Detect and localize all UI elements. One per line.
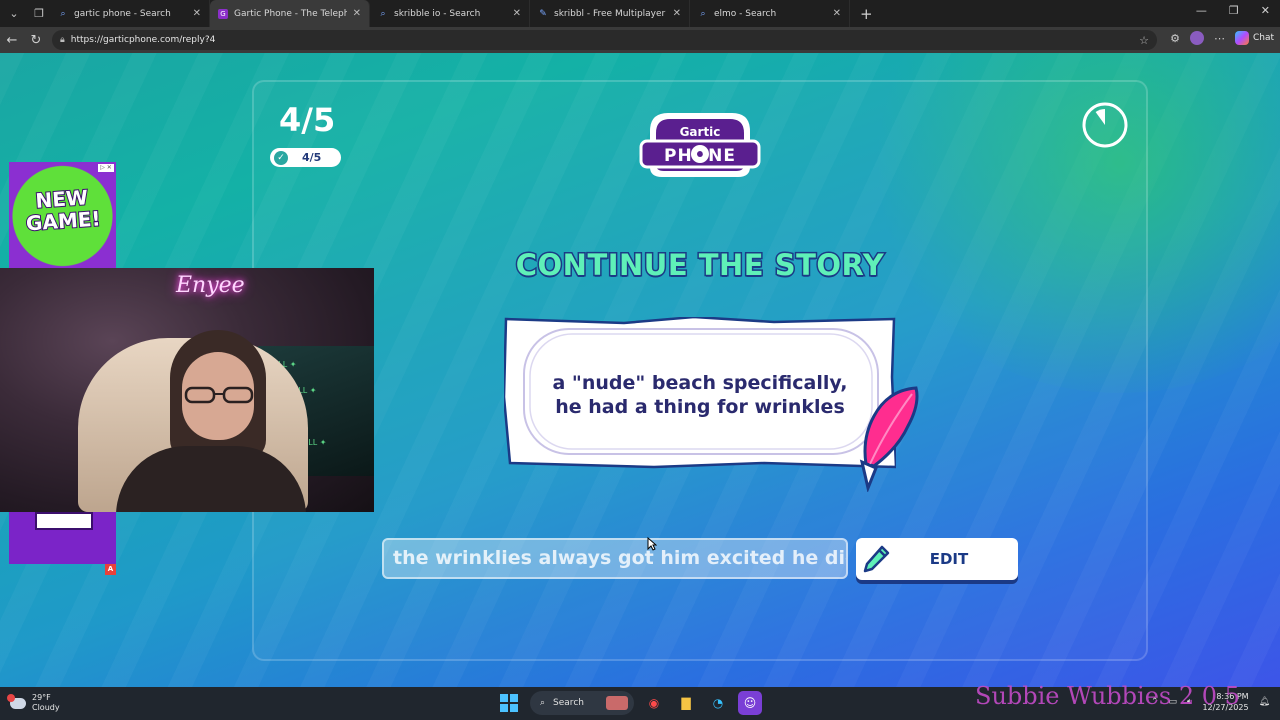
ad-info-icon[interactable]: ▷ ✕ — [98, 164, 114, 172]
mouse-cursor-icon — [647, 537, 657, 551]
tab-title: skribble io - Search — [394, 8, 481, 19]
taskbar-search-label: Search — [553, 698, 584, 708]
close-window-icon[interactable]: ✕ — [1261, 4, 1270, 17]
browser-toolbar: ⚙ ⋯ Chat — [1170, 31, 1274, 45]
tab-list-icon[interactable]: ⌄ — [3, 3, 25, 25]
quill-pen-icon — [859, 386, 919, 492]
close-tab-icon[interactable]: ✕ — [513, 8, 521, 19]
new-tab-button[interactable]: + — [860, 5, 873, 23]
skribbl-icon: ✎ — [539, 8, 547, 19]
ad-badge[interactable]: A — [105, 564, 116, 575]
workspaces-icon[interactable]: ❐ — [28, 3, 50, 25]
tab-gartic-search[interactable]: ⌕ gartic phone - Search ✕ — [50, 0, 210, 27]
discord-icon[interactable]: ☺ — [738, 691, 762, 715]
taskbar-apps: ⌕ Search ◉ ▇ ◔ ☺ — [496, 691, 762, 715]
weather-widget[interactable]: 29°F Cloudy — [7, 693, 60, 713]
check-icon: ✓ — [274, 150, 288, 165]
game-background: 4/5 ✓ 4/5 Gartic PHONE CONTINUE THE STOR… — [0, 53, 1280, 687]
webcam-overlay: Enyee RaLL ✦ RaLL ✦ RaLL ✦ RaLL ✦ — [0, 268, 374, 512]
browser-tab-bar: ⌄ ❐ ⌕ gartic phone - Search ✕ G Gartic P… — [0, 0, 1280, 27]
more-menu-icon[interactable]: ⋯ — [1214, 32, 1225, 45]
ad-sign-graphic — [35, 512, 93, 530]
minimize-icon[interactable]: — — [1196, 4, 1207, 17]
story-line-2: he had a thing for wrinkles — [555, 396, 845, 418]
tab-title: gartic phone - Search — [74, 8, 171, 19]
close-tab-icon[interactable]: ✕ — [193, 8, 201, 19]
edit-label: EDIT — [929, 550, 969, 568]
reload-icon[interactable]: ↻ — [24, 33, 48, 48]
gartic-icon: G — [218, 8, 228, 19]
tab-title: Gartic Phone - The Telephone Game — [234, 8, 347, 19]
site-info-icon[interactable]: 🔒︎ — [60, 35, 65, 45]
profile-avatar[interactable] — [1189, 31, 1204, 45]
logo-word-top: Gartic — [680, 125, 721, 139]
pencil-icon — [863, 545, 890, 573]
search-icon: ⌕ — [380, 8, 386, 19]
search-icon: ⌕ — [700, 8, 706, 19]
glasses-icon — [184, 386, 254, 404]
story-answer-input[interactable]: the wrinklies always got him excited he … — [382, 538, 848, 579]
url-text: https://garticphone.com/reply?4 — [70, 35, 216, 45]
tab-elmo-search[interactable]: ⌕ elmo - Search ✕ — [690, 0, 850, 27]
close-tab-icon[interactable]: ✕ — [353, 8, 361, 19]
tab-gartic-phone[interactable]: G Gartic Phone - The Telephone Game ✕ — [210, 0, 370, 27]
round-counter: 4/5 — [279, 101, 336, 139]
page-heading: CONTINUE THE STORY — [514, 247, 885, 284]
extensions-icon[interactable]: ⚙ — [1170, 32, 1180, 45]
tab-title: skribbl - Free Multiplayer Drawing — [554, 8, 667, 19]
maximize-icon[interactable]: ❐ — [1229, 4, 1239, 17]
temperature: 29°F — [32, 693, 51, 702]
gartic-phone-logo: Gartic PHONE — [639, 113, 761, 177]
ad-headline: NEW GAME! — [9, 184, 116, 236]
taskbar-search[interactable]: ⌕ Search — [530, 691, 634, 715]
search-icon: ⌕ — [540, 698, 546, 708]
address-bar-row: ← ↻ 🔒︎ https://garticphone.com/reply?4 ☆… — [0, 27, 1280, 53]
copilot-chat-button[interactable]: Chat — [1234, 31, 1274, 45]
windows-start-icon[interactable] — [500, 694, 518, 712]
tab-skribbl[interactable]: ✎ skribbl - Free Multiplayer Drawing ✕ — [530, 0, 690, 27]
url-field[interactable]: 🔒︎ https://garticphone.com/reply?4 ☆ — [52, 30, 1157, 50]
ad-banner[interactable]: NEW GAME! ▷ ✕ — [9, 162, 116, 270]
notifications-icon[interactable]: 🔔︎ — [1259, 697, 1270, 707]
search-highlight-icon — [606, 696, 628, 710]
tab-title: elmo - Search — [714, 8, 777, 19]
back-icon[interactable]: ← — [0, 33, 24, 48]
weather-text: 29°F Cloudy — [32, 693, 60, 713]
search-icon: ⌕ — [60, 8, 66, 19]
cloudy-icon — [7, 693, 26, 709]
weather-condition: Cloudy — [32, 703, 60, 712]
close-tab-icon[interactable]: ✕ — [673, 8, 681, 19]
logo-word-bottom: PHONE — [664, 146, 736, 166]
story-line-1: a "nude" beach specifically, — [552, 372, 848, 394]
copilot-icon — [1234, 31, 1249, 45]
story-prompt: a "nude" beach specifically, he had a th… — [530, 371, 870, 419]
close-tab-icon[interactable]: ✕ — [833, 8, 841, 19]
stream-watermark: Subbie Wubbies 2 0 5 — [975, 682, 1240, 710]
chat-label: Chat — [1252, 33, 1274, 43]
window-controls: — ❐ ✕ — [1196, 4, 1270, 17]
round-timer-icon — [1082, 102, 1128, 148]
edge-browser-icon[interactable]: ◔ — [706, 691, 730, 715]
app-icon-red[interactable]: ◉ — [642, 691, 666, 715]
favorite-star-icon[interactable]: ☆ — [1139, 34, 1149, 47]
players-done-badge: ✓ 4/5 — [270, 148, 341, 167]
neon-sign: Enyee — [176, 273, 245, 298]
tab-skribble-search[interactable]: ⌕ skribble io - Search ✕ — [370, 0, 530, 27]
edit-button[interactable]: EDIT — [856, 538, 1018, 580]
ad-banner-lower[interactable] — [9, 512, 116, 564]
file-explorer-icon[interactable]: ▇ — [674, 691, 698, 715]
players-done-count: 4/5 — [302, 151, 322, 164]
